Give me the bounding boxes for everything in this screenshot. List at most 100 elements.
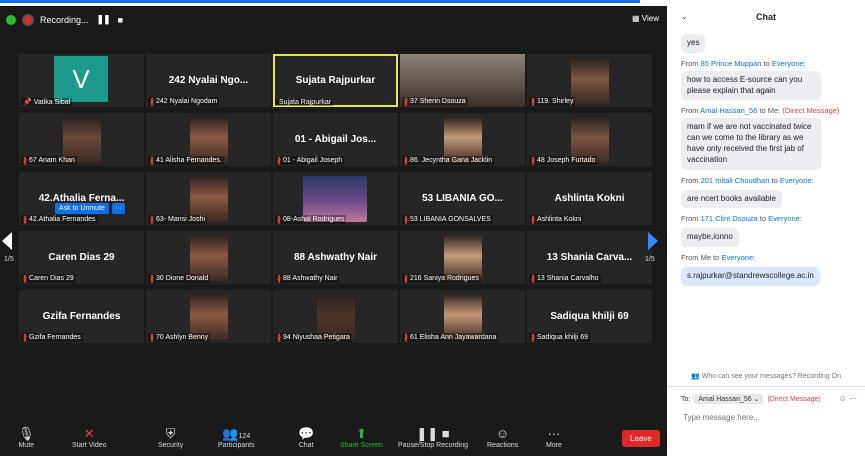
share-screen-button[interactable]: ⬆ Share Screen xyxy=(340,426,383,449)
chat-button[interactable]: 💬 Chat xyxy=(298,426,314,449)
participant-tile[interactable]: ∦ 216 Saniya Rodrigues xyxy=(400,231,525,284)
more-icon[interactable]: ··· xyxy=(849,394,857,403)
prev-page-arrow-icon[interactable] xyxy=(2,232,12,250)
participant-tile[interactable]: ∦ 67 Anam Khan xyxy=(19,113,144,166)
participant-tile[interactable]: ∦ 48 Joseph Furtado xyxy=(527,113,652,166)
top-accent xyxy=(0,0,640,3)
participant-tile[interactable]: 88 Ashwathy Nair ∦ 88 Ashwathy Nair xyxy=(273,231,398,284)
mic-muted-icon: ∦ xyxy=(404,97,408,106)
leave-button[interactable]: Leave xyxy=(622,430,660,447)
participant-name-label: ∦ Gzifa Fernandes xyxy=(21,333,83,342)
pause-recording-icon[interactable]: ❚❚ xyxy=(97,14,111,25)
participant-display-name: 13 Shania Carva... xyxy=(546,251,633,263)
participant-name: 94 Niyushaa Petigara xyxy=(283,334,350,341)
chat-title: Chat xyxy=(756,12,776,22)
participants-button[interactable]: 👥124 Participants xyxy=(218,426,255,449)
start-video-button[interactable]: ✕ Start Video xyxy=(72,426,107,449)
mic-muted-icon: ∦ xyxy=(277,156,281,165)
participant-name: 88 Ashwathy Nair xyxy=(283,275,338,282)
mute-button[interactable]: 🎙 Mute xyxy=(18,426,35,449)
sender-name: Amal Hassan_56 xyxy=(700,106,758,116)
sender-name: 171 Clint Dsouza xyxy=(700,214,758,224)
people-icon: 👥 xyxy=(691,373,700,380)
participant-name: 119. Shirley xyxy=(537,98,574,105)
participants-label: Participants xyxy=(218,442,255,449)
participant-name: 70 Ashlyn Benny xyxy=(156,334,209,341)
chat-panel: ⌄ Chat yes From 85 Prince Muppan to Every… xyxy=(667,6,865,456)
mic-muted-icon: ∦ xyxy=(150,215,154,224)
mute-label: Mute xyxy=(18,442,35,449)
participant-tile[interactable]: Ashlinta Kokni ∦ Ashlinta Kokni xyxy=(527,172,652,225)
chat-label: Chat xyxy=(298,442,314,449)
microphone-icon: 🎙 xyxy=(18,426,35,441)
mic-muted-icon: ∦ xyxy=(531,97,535,106)
mic-muted-icon: ∦ xyxy=(531,333,535,342)
mic-muted-icon: ∦ xyxy=(150,333,154,342)
reactions-button[interactable]: ☺ Reactions xyxy=(487,426,518,449)
video-off-icon: ✕ xyxy=(83,426,95,441)
security-button[interactable]: ⛨ Security xyxy=(158,426,183,449)
participant-tile[interactable]: Caren Dias 29 ∦ Caren Dias 29 xyxy=(19,231,144,284)
participant-tile[interactable]: 13 Shania Carva... ∦ 13 Shania Carvalho xyxy=(527,231,652,284)
recipient-name: Everyone xyxy=(721,253,754,263)
participant-tile[interactable]: 53 LIBANIA GO... ∦ 53 LIBANIA GONSALVES xyxy=(400,172,525,225)
participant-name-label: ∦ 216 Saniya Rodrigues xyxy=(402,274,481,283)
participant-tile[interactable]: 42.Athalia Ferna... ∦ 42.Athalia Fernandes xyxy=(19,172,144,225)
participant-tile[interactable]: ∦ 119. Shirley xyxy=(527,54,652,107)
view-button[interactable]: ▦ View xyxy=(632,14,659,23)
participant-display-name: 01 - Abigail Jos... xyxy=(294,133,377,145)
mic-muted-icon: ∦ xyxy=(23,333,27,342)
pause-stop-icon: ❚❚ ■ xyxy=(416,426,450,441)
participant-name-label: ∦ 86. Jecyntha Gana Jacklin xyxy=(402,156,495,165)
pause-stop-recording-button[interactable]: ❚❚ ■ Pause/Stop Recording xyxy=(398,426,468,449)
page-indicator-left: 1/5 xyxy=(4,256,14,263)
more-button[interactable]: ··· More xyxy=(546,426,562,449)
privacy-note[interactable]: 👥 Who can see your messages? Recording O… xyxy=(667,372,865,380)
participant-name: 08-Ashal Rodrigues xyxy=(283,216,345,223)
participant-tile[interactable]: ∦ 94 Niyushaa Petigara xyxy=(273,290,398,343)
participant-tile[interactable]: ∦ 08-Ashal Rodrigues xyxy=(273,172,398,225)
participant-name: Vatika Sibal xyxy=(33,98,71,106)
mic-muted-icon: ∦ xyxy=(23,274,27,283)
page-indicator-right: 1/5 xyxy=(645,256,655,263)
next-page-arrow-icon[interactable] xyxy=(648,232,658,250)
mic-muted-icon: ∦ xyxy=(531,274,535,283)
participant-tile[interactable]: ∦ 63- Mansi Joshi xyxy=(146,172,271,225)
participant-tile[interactable]: ∦ 70 Ashlyn Benny xyxy=(146,290,271,343)
participant-name-label: ∦ 53 LIBANIA GONSALVES xyxy=(402,215,493,224)
participant-tile[interactable]: V 📌 Vatika Sibal xyxy=(19,54,144,107)
mic-muted-icon: ∦ xyxy=(23,156,27,165)
participant-tile[interactable]: ∦ 41 Alisha Fernandes. xyxy=(146,113,271,166)
mic-muted-icon: ∦ xyxy=(277,333,281,342)
participant-name: 37 Sherin Dsouza xyxy=(410,98,466,105)
pause-stop-recording-label: Pause/Stop Recording xyxy=(398,442,469,449)
participant-tile[interactable]: ∦ 37 Sherin Dsouza xyxy=(400,54,525,107)
chat-header: ⌄ Chat xyxy=(667,6,865,28)
chat-messages: yes From 85 Prince Muppan to Everyone: how… xyxy=(681,32,861,286)
mic-muted-icon: ∦ xyxy=(150,97,154,106)
share-screen-label: Share Screen xyxy=(340,442,383,449)
participant-tile[interactable]: ∦ 61 Elisha Ann Jayawardana xyxy=(400,290,525,343)
emoji-icon[interactable]: ☺ xyxy=(839,394,847,403)
security-label: Security xyxy=(158,442,184,449)
participant-name-label: ∦ Sadiqua khilji 69 xyxy=(529,333,590,342)
participant-name-label: ∦ 08-Ashal Rodrigues xyxy=(275,215,347,224)
chat-input[interactable] xyxy=(681,412,855,423)
participant-name: Caren Dias 29 xyxy=(29,275,74,282)
participant-display-name: Sujata Rajpurkar xyxy=(295,74,376,86)
participant-tile[interactable]: Gzifa Fernandes ∦ Gzifa Fernandes xyxy=(19,290,144,343)
participant-tile[interactable]: Sadiqua khilji 69 ∦ Sadiqua khilji 69 xyxy=(527,290,652,343)
participant-tile[interactable]: Sujata Rajpurkar Sujata Rajpurkar xyxy=(273,54,398,107)
participant-video xyxy=(571,58,609,104)
participant-tile[interactable]: ∦ 30 Dione Donald xyxy=(146,231,271,284)
participant-tile[interactable]: ∦ 86. Jecyntha Gana Jacklin xyxy=(400,113,525,166)
recipient-dropdown[interactable]: Amal Hassan_56 ⌄ xyxy=(694,394,764,404)
stop-recording-icon[interactable]: ■ xyxy=(118,15,124,25)
participant-display-name: Caren Dias 29 xyxy=(48,251,115,263)
participant-tile[interactable]: 01 - Abigail Jos... ∦ 01 - Abigail Joseph xyxy=(273,113,398,166)
participant-name: Sujata Rajpurkar xyxy=(279,99,332,106)
participant-tile[interactable]: 242 Nyalai Ngo... ∦ 242 Nyalai Ngodam xyxy=(146,54,271,107)
more-options-button[interactable]: ··· xyxy=(111,203,125,214)
ask-to-unmute-button[interactable]: Ask to Unmute xyxy=(55,203,109,214)
message-bubble: mam if we are not vaccinated twice can w… xyxy=(681,118,821,170)
